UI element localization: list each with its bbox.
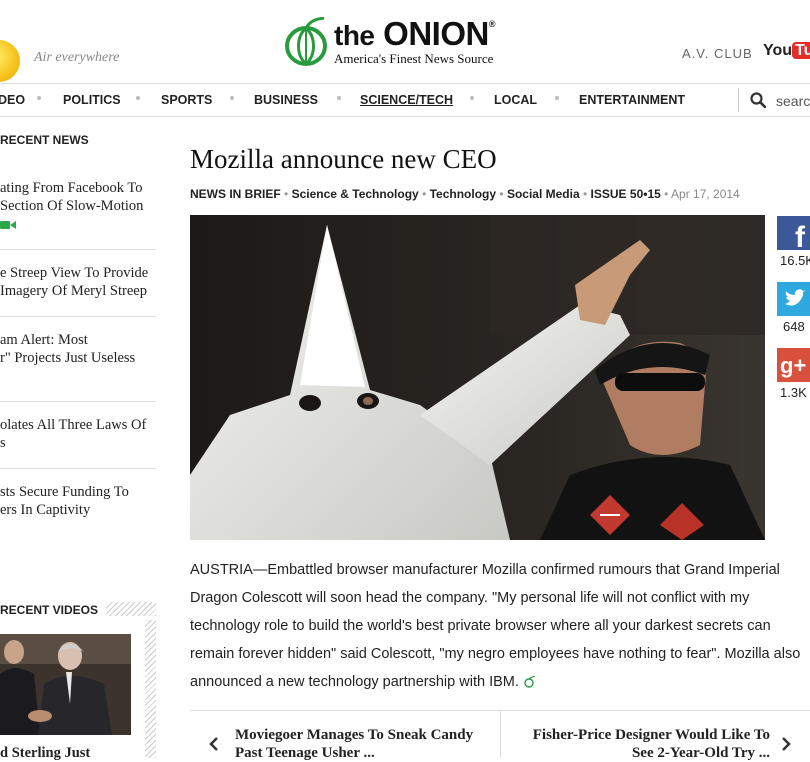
next-article-link[interactable]: Fisher-Price Designer Would Like To See …: [520, 726, 770, 762]
avclub-link[interactable]: A.V. CLUB: [682, 46, 753, 61]
meta-section: NEWS IN BRIEF: [190, 187, 281, 201]
weather-tagline: Air everywhere: [34, 50, 120, 65]
sidebar-divider: [0, 468, 156, 469]
nav-item-business[interactable]: BUSINESS: [254, 93, 318, 107]
meta-tag-link[interactable]: Technology: [430, 187, 496, 201]
nav-item-science-tech[interactable]: SCIENCE/TECH: [360, 93, 453, 107]
nav-separator-dot: [136, 96, 140, 100]
recent-videos-heading: RECENT VIDEOS: [0, 603, 99, 617]
meta-separator: •: [583, 187, 591, 201]
meta-tag: Technology: [429, 187, 497, 201]
article-photo: [190, 215, 765, 540]
meta-separator: •: [499, 187, 507, 201]
recent-news-item-line: am Alert: Most: [0, 332, 88, 348]
youtube-tube: Tube: [792, 42, 810, 59]
article-meta: NEWS IN BRIEF • Science & Technology • T…: [190, 187, 740, 201]
nav-item-politics[interactable]: POLITICS: [63, 93, 121, 107]
youtube-link[interactable]: YouTube: [763, 42, 810, 60]
nav-separator-dot: [37, 96, 41, 100]
twitter-share-button[interactable]: [777, 282, 810, 316]
nav-item-entertainment[interactable]: ENTERTAINMENT: [579, 93, 685, 107]
meta-separator: •: [664, 187, 672, 201]
nav-item-sports[interactable]: SPORTS: [161, 93, 212, 107]
googleplus-share-count: 1.3K: [780, 385, 807, 400]
recent-news-item[interactable]: e Streep View To Provide Imagery Of Mery…: [0, 264, 156, 300]
recent-video-thumbnail[interactable]: [0, 634, 131, 735]
video-thumbnail-image: [0, 634, 131, 735]
facebook-share-count: 16.5K: [780, 253, 810, 268]
search-icon[interactable]: [750, 92, 766, 108]
meta-issue-link[interactable]: ISSUE 50•15: [591, 187, 661, 201]
youtube-you: You: [763, 42, 793, 59]
recent-news-item[interactable]: am Alert: Most r" Projects Just Useless: [0, 331, 156, 367]
bottom-nav-vertical-divider: [500, 710, 501, 758]
sidebar-hatch-decoration: [145, 620, 156, 758]
twitter-share-count: 648: [783, 319, 805, 334]
logo-onion-text: ONION: [383, 15, 489, 52]
onion-logo-icon: [285, 17, 327, 67]
article-title: Mozilla announce new CEO: [190, 144, 497, 174]
nav-item-video[interactable]: DEO: [0, 93, 25, 107]
meta-separator: •: [284, 187, 292, 201]
main-nav: DEO POLITICS SPORTS BUSINESS SCIENCE/TEC…: [0, 83, 810, 117]
recent-news-item[interactable]: sts Secure Funding To ers In Captivity: [0, 483, 156, 519]
nav-separator-dot: [555, 96, 559, 100]
meta-tag-link[interactable]: Science & Technology: [292, 187, 419, 201]
sidebar-divider: [0, 249, 156, 250]
nav-item-local[interactable]: LOCAL: [494, 93, 537, 107]
facebook-icon: f: [777, 216, 810, 250]
search-input[interactable]: search: [776, 93, 810, 109]
recent-news-item-line: s: [0, 435, 6, 451]
logo-wordmark: the ONION®: [334, 15, 495, 53]
nav-divider: [738, 88, 739, 112]
article-photo-image: [190, 215, 765, 540]
recent-news-item-line: r" Projects Just Useless: [0, 350, 136, 366]
nav-separator-dot: [337, 96, 341, 100]
svg-text:g+: g+: [780, 353, 806, 378]
heading-hatch-decoration: [106, 602, 156, 616]
googleplus-share-button[interactable]: g+: [777, 348, 810, 382]
googleplus-icon: g+: [777, 348, 810, 382]
recent-news-heading: RECENT NEWS: [0, 133, 89, 147]
meta-date: Apr 17, 2014: [671, 187, 740, 201]
previous-article-link[interactable]: Moviegoer Manages To Sneak Candy Past Te…: [235, 726, 485, 762]
recent-news-item[interactable]: olates All Three Laws Of s: [0, 416, 156, 452]
twitter-bird-icon: [777, 282, 810, 316]
svg-text:f: f: [795, 221, 806, 250]
article-body: AUSTRIA—Embattled browser manufacturer M…: [190, 556, 810, 696]
recent-news-item-line: ers In Captivity: [0, 502, 91, 518]
recent-video-caption: d Sterling Just: [0, 745, 91, 761]
meta-separator: •: [422, 187, 430, 201]
nav-separator-dot: [230, 96, 234, 100]
chevron-right-icon[interactable]: [780, 736, 792, 752]
video-camera-icon: [0, 221, 16, 229]
article-body-text: AUSTRIA—Embattled browser manufacturer M…: [190, 562, 801, 690]
recent-news-item-line: ating From Facebook To: [0, 180, 143, 196]
meta-tag: Social Media: [506, 187, 580, 201]
sun-graphic: [0, 40, 20, 82]
recent-news-item-line: e Streep View To Provide: [0, 265, 149, 281]
sidebar-divider: [0, 316, 156, 317]
recent-news-item-line: olates All Three Laws Of: [0, 417, 147, 433]
logo-subtitle: America's Finest News Source: [334, 51, 494, 66]
meta-issue: ISSUE 50•15: [590, 187, 661, 201]
logo-registered: ®: [488, 19, 496, 29]
facebook-share-button[interactable]: f: [777, 216, 810, 250]
recent-news-item-line: Imagery Of Meryl Streep: [0, 283, 147, 299]
meta-tag: Science & Technology: [291, 187, 419, 201]
nav-separator-dot: [470, 96, 474, 100]
recent-news-item-line: sts Secure Funding To: [0, 484, 129, 500]
onion-end-mark-icon: [524, 676, 535, 688]
sidebar-divider: [0, 401, 156, 402]
meta-section-link[interactable]: NEWS IN BRIEF: [190, 187, 281, 201]
meta-tag-link[interactable]: Social Media: [507, 187, 580, 201]
chevron-left-icon[interactable]: [208, 736, 220, 752]
recent-news-item-line: Section Of Slow-Motion: [0, 198, 144, 214]
logo-the: the: [334, 20, 375, 51]
recent-news-item[interactable]: ating From Facebook To Section Of Slow-M…: [0, 179, 156, 215]
